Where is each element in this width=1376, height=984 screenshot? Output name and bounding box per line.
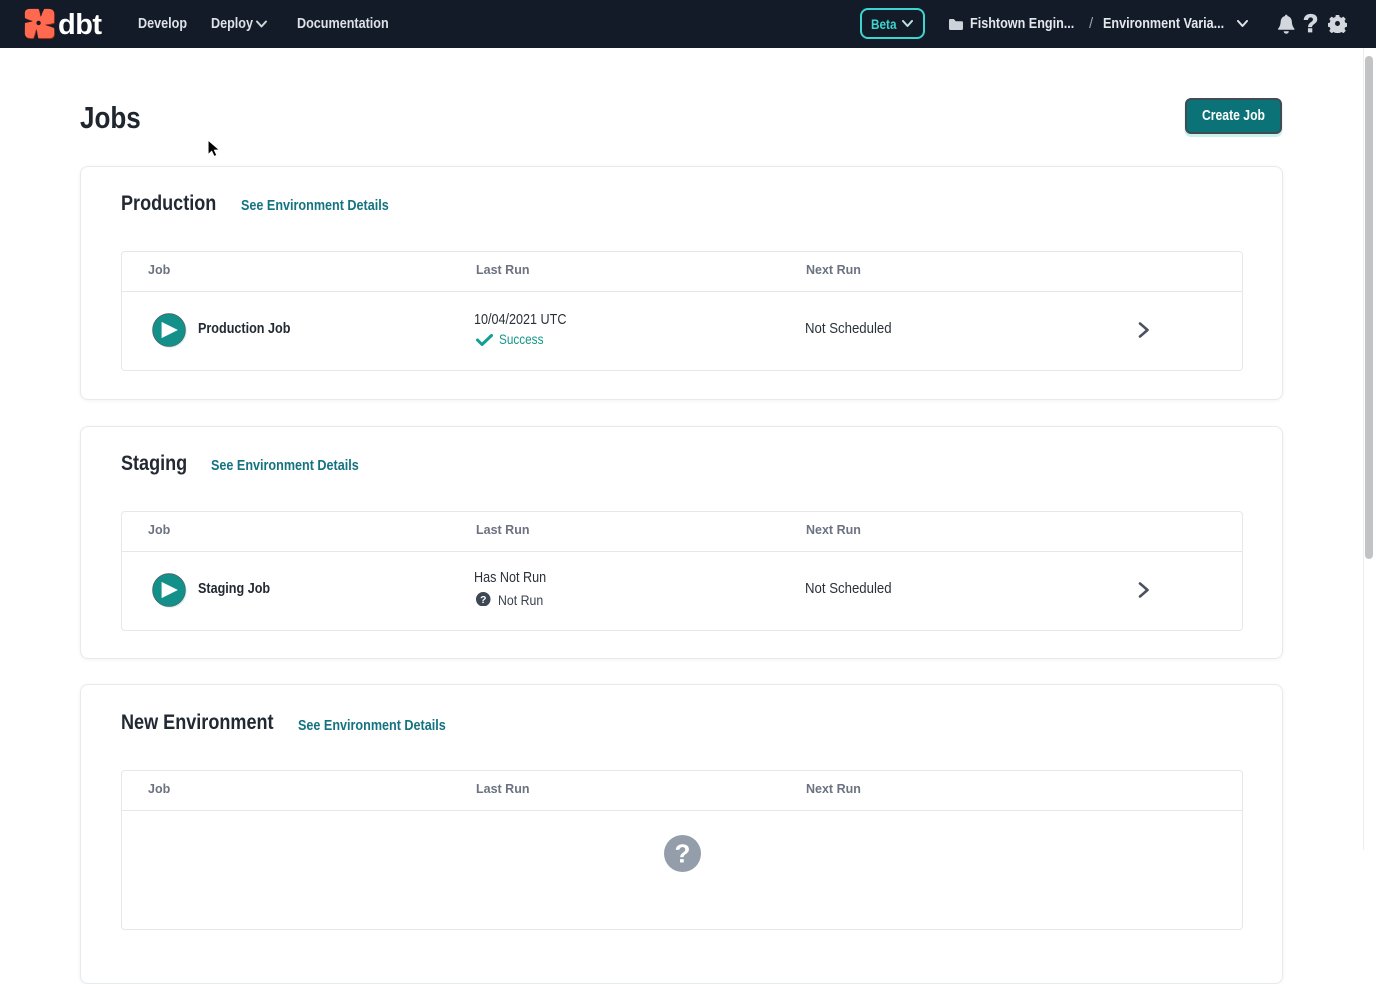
svg-text:?: ? xyxy=(480,594,486,605)
svg-text:?: ? xyxy=(674,838,690,868)
